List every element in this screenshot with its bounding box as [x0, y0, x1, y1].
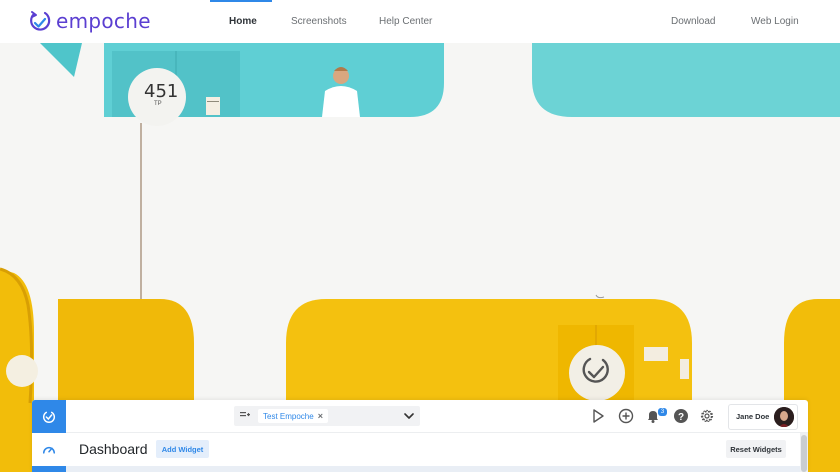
- add-circle-icon[interactable]: [618, 408, 634, 424]
- avatar: [774, 407, 794, 427]
- user-name: Jane Doe: [736, 412, 770, 421]
- filter-chip[interactable]: Test Empoche ×: [258, 409, 328, 423]
- svg-text:?: ?: [678, 412, 684, 423]
- notification-badge: 3: [658, 408, 667, 416]
- filter-chip-label: Test Empoche: [263, 411, 314, 421]
- add-widget-button[interactable]: Add Widget: [156, 440, 209, 458]
- help-icon[interactable]: ?: [673, 408, 689, 424]
- user-menu[interactable]: Jane Doe: [728, 404, 798, 430]
- list-icon: [240, 412, 250, 417]
- brand-logo[interactable]: empoche: [28, 8, 151, 34]
- chevron-down-icon[interactable]: [404, 411, 414, 421]
- chip-remove-icon[interactable]: ×: [318, 411, 323, 421]
- play-icon[interactable]: [590, 408, 606, 424]
- door-subtext: TP: [154, 101, 162, 107]
- nav-home[interactable]: Home: [229, 16, 257, 27]
- active-tab-indicator: [210, 0, 272, 2]
- nav-web-login[interactable]: Web Login: [751, 16, 799, 27]
- sidebar-active-item[interactable]: [32, 466, 66, 472]
- avatar-image: [774, 407, 794, 427]
- nav-screenshots[interactable]: Screenshots: [291, 16, 347, 27]
- content-area: [66, 466, 800, 472]
- scrollbar-thumb[interactable]: [801, 435, 807, 472]
- page-title: Dashboard: [79, 441, 148, 457]
- filter-select[interactable]: Test Empoche ×: [234, 406, 420, 426]
- nav-help-center[interactable]: Help Center: [379, 16, 432, 27]
- app-preview-window: Test Empoche × 3 ? Jane Doe Dashboard Ad…: [32, 400, 808, 472]
- dashboard-icon: [42, 446, 56, 454]
- nav-download[interactable]: Download: [671, 16, 715, 27]
- scrollbar[interactable]: [800, 433, 808, 472]
- gear-icon[interactable]: [699, 408, 715, 424]
- header-divider: [66, 432, 808, 433]
- door-number: 451: [144, 81, 179, 102]
- brand-name: empoche: [56, 9, 151, 33]
- sidebar-dashboard-item[interactable]: [32, 433, 66, 466]
- empoche-logo-icon: [30, 11, 51, 31]
- app-logo-button[interactable]: [32, 400, 66, 433]
- top-nav: empoche Home Screenshots Help Center Dow…: [0, 0, 840, 43]
- reset-widgets-button[interactable]: Reset Widgets: [726, 440, 786, 458]
- app-sidebar: [32, 400, 66, 472]
- app-logo-icon: [42, 411, 56, 423]
